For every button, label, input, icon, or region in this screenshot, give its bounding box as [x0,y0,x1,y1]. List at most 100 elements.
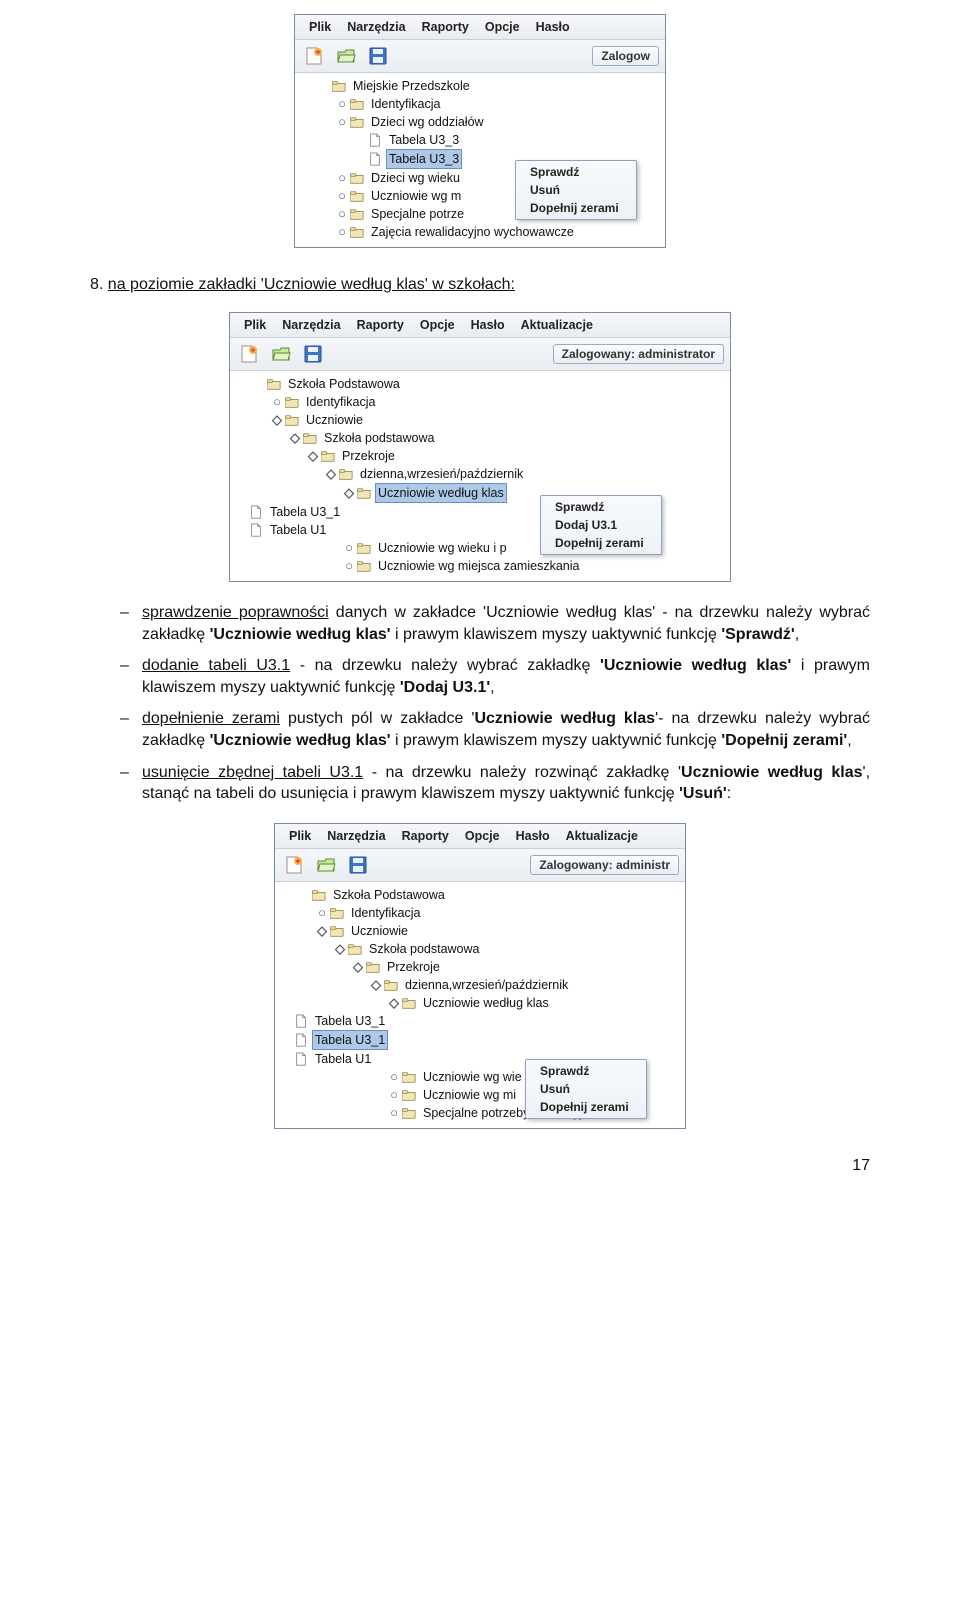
menu-item[interactable]: Opcje [477,18,528,36]
tree-toggle-icon[interactable]: ○ [389,1072,399,1082]
menu-item[interactable]: Aktualizacje [513,316,601,334]
tree-label[interactable]: Tabela U3_1 [312,1030,388,1050]
tree-row[interactable]: ○ Dzieci wg oddziałów [301,113,665,131]
tree-row[interactable]: ◇Szkoła podstawowa [236,429,730,447]
tree-toggle-icon[interactable]: ○ [389,1090,399,1100]
ctx-item-check[interactable]: Sprawdź [516,163,636,181]
tree-toggle-icon[interactable]: ◇ [371,980,381,990]
open-folder-icon[interactable] [313,853,339,877]
tree-label[interactable]: Uczniowie wg miejsca zamieszkania [375,557,582,575]
tree-row[interactable]: ◇Uczniowie [236,411,730,429]
menu-item[interactable]: Raporty [414,18,477,36]
tree-label[interactable]: Tabela U1 [312,1050,374,1068]
tree-toggle-icon[interactable] [236,507,246,517]
tree-label[interactable]: Szkoła podstawowa [321,429,437,447]
tree-row[interactable]: ◇Uczniowie [281,922,685,940]
tree-label[interactable]: Szkoła Podstawowa [330,886,448,904]
menu-item[interactable]: Raporty [394,827,457,845]
tree-label[interactable]: Dzieci wg oddziałów [368,113,487,131]
tree-toggle-icon[interactable] [236,525,246,535]
tree-toggle-icon[interactable]: ○ [337,117,347,127]
menu-item[interactable]: Narzędzia [274,316,348,334]
tree-toggle-icon[interactable]: ○ [337,173,347,183]
tree-toggle-icon[interactable]: ◇ [317,926,327,936]
tree-label[interactable]: Uczniowie wg wieku i p [375,539,510,557]
tree-toggle-icon[interactable]: ◇ [308,451,318,461]
tree-label[interactable]: Tabela U3_3 [386,131,462,149]
tree-label[interactable]: Uczniowie wg mi [420,1086,519,1104]
tree-row[interactable]: Tabela U3_1 [281,1012,685,1030]
tree-row[interactable]: ○ Uczniowie wg miejsca zamieszkania [236,557,730,575]
tree-toggle-icon[interactable]: ○ [344,561,354,571]
tree-toggle-icon[interactable] [281,1035,291,1045]
tree-label[interactable]: Identyfikacja [348,904,423,922]
save-icon[interactable] [345,853,371,877]
menu-item[interactable]: Hasło [508,827,558,845]
tree-toggle-icon[interactable]: ○ [317,908,327,918]
tree-row[interactable]: Tabela U3_3 [301,131,665,149]
tree-toggle-icon[interactable]: ○ [337,191,347,201]
tree-label[interactable]: Tabela U3_3 [386,149,462,169]
save-icon[interactable] [300,342,326,366]
tree-label[interactable]: Dzieci wg wieku [368,169,463,187]
tree-label[interactable]: Zajęcia rewalidacyjno wychowawcze [368,223,577,241]
tree-toggle-icon[interactable] [319,81,329,91]
menu-item[interactable]: Hasło [463,316,513,334]
tree-toggle-icon[interactable]: ○ [344,543,354,553]
new-doc-icon[interactable] [301,44,327,68]
tree-row[interactable]: ○ Identyfikacja [236,393,730,411]
tree-row[interactable]: Szkoła Podstawowa [236,375,730,393]
tree-label[interactable]: Identyfikacja [303,393,378,411]
tree-toggle-icon[interactable]: ○ [337,99,347,109]
ctx-item-check[interactable]: Sprawdź [526,1062,646,1080]
menu-item[interactable]: Narzędzia [339,18,413,36]
tree-label[interactable]: Miejskie Przedszkole [350,77,473,95]
menu-item[interactable]: Opcje [457,827,508,845]
menu-item[interactable]: Opcje [412,316,463,334]
new-doc-icon[interactable] [281,853,307,877]
menu-item[interactable]: Raporty [349,316,412,334]
tree-label[interactable]: Uczniowie według klas [420,994,552,1012]
tree-label[interactable]: Identyfikacja [368,95,443,113]
tree-row[interactable]: ◇ dzienna,wrzesień/październik [281,976,685,994]
ctx-item-delete[interactable]: Usuń [516,181,636,199]
tree-row[interactable]: ◇Przekroje [281,958,685,976]
menu-item[interactable]: Plik [236,316,274,334]
tree-label[interactable]: Tabela U1 [267,521,329,539]
tree-row[interactable]: Tabela U3_1 [281,1030,685,1050]
tree-label[interactable]: Tabela U3_1 [267,503,343,521]
tree-toggle-icon[interactable] [355,154,365,164]
ctx-item-delete[interactable]: Usuń [526,1080,646,1098]
tree-toggle-icon[interactable]: ○ [389,1108,399,1118]
save-icon[interactable] [365,44,391,68]
menu-item[interactable]: Hasło [528,18,578,36]
tree-toggle-icon[interactable]: ○ [272,397,282,407]
tree-label[interactable]: Tabela U3_1 [312,1012,388,1030]
tree-label[interactable]: Uczniowie wg wie [420,1068,525,1086]
tree-row[interactable]: ◇ Szkoła podstawowa [281,940,685,958]
tree-row[interactable]: ◇ Przekroje [236,447,730,465]
tree-toggle-icon[interactable] [281,1054,291,1064]
menu-item[interactable]: Aktualizacje [558,827,646,845]
tree-label[interactable]: Uczniowie wg m [368,187,464,205]
tree-row[interactable]: ○Zajęcia rewalidacyjno wychowawcze [301,223,665,241]
tree-row[interactable]: ○ Identyfikacja [301,95,665,113]
menu-item[interactable]: Narzędzia [319,827,393,845]
ctx-item-fill-zeros[interactable]: Dopełnij zerami [541,534,661,552]
tree-toggle-icon[interactable]: ◇ [389,998,399,1008]
tree-label[interactable]: dzienna,wrzesień/październik [402,976,571,994]
tree-label[interactable]: Uczniowie według klas [375,483,507,503]
tree-label[interactable]: Szkoła podstawowa [366,940,482,958]
new-doc-icon[interactable] [236,342,262,366]
tree-toggle-icon[interactable] [254,379,264,389]
open-folder-icon[interactable] [333,44,359,68]
tree-label[interactable]: dzienna,wrzesień/październik [357,465,526,483]
tree-row[interactable]: Miejskie Przedszkole [301,77,665,95]
tree-toggle-icon[interactable]: ○ [337,209,347,219]
menu-item[interactable]: Plik [301,18,339,36]
tree-label[interactable]: Przekroje [339,447,398,465]
tree-toggle-icon[interactable] [281,1016,291,1026]
tree-row[interactable]: ◇dzienna,wrzesień/październik [236,465,730,483]
tree-toggle-icon[interactable]: ◇ [335,944,345,954]
tree-row[interactable]: Szkoła Podstawowa [281,886,685,904]
